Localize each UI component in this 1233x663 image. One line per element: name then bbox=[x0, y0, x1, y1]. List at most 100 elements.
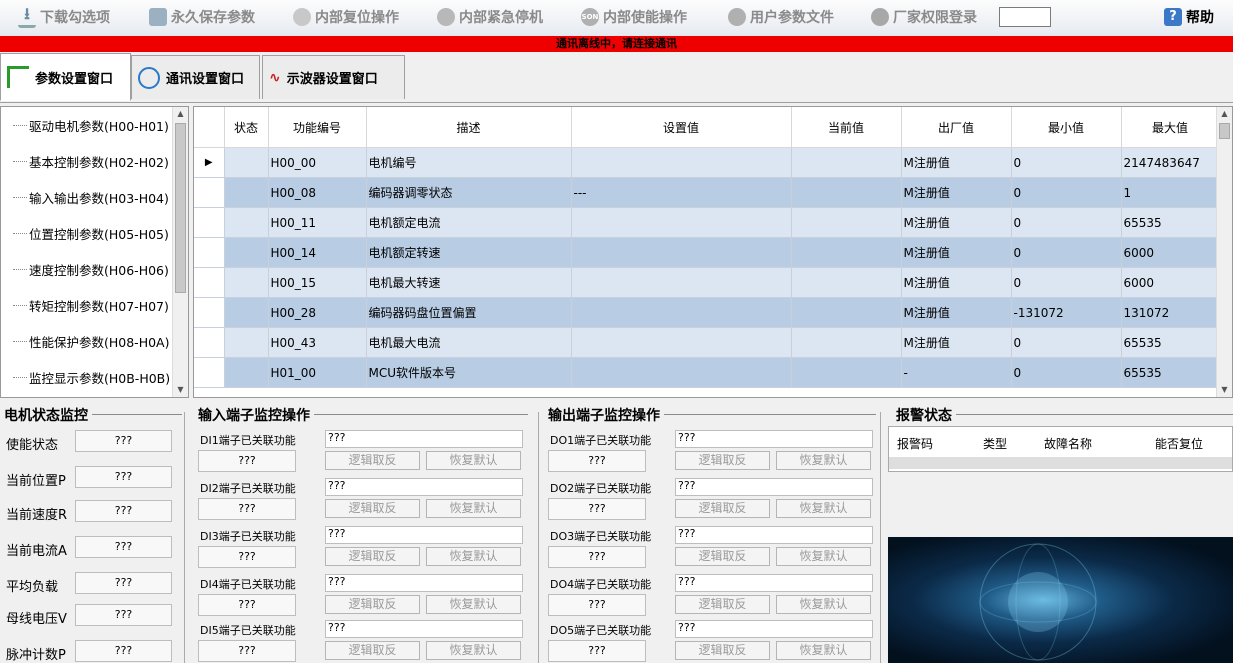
alarm-col-fault-name[interactable]: 故障名称 bbox=[1044, 435, 1092, 452]
restore-default-button[interactable]: 恢复默认 bbox=[426, 547, 521, 566]
alarm-col-code[interactable]: 报警码 bbox=[897, 435, 933, 452]
vendor-login-button[interactable]: 厂家权限登录 bbox=[871, 6, 977, 28]
tab-parameter-settings[interactable]: 参数设置窗口 bbox=[0, 53, 131, 101]
col-header[interactable]: 设置值 bbox=[571, 107, 792, 148]
tree-item-protection[interactable]: 性能保护参数(H08-H0A) bbox=[13, 330, 169, 352]
col-header[interactable]: 描述 bbox=[366, 107, 572, 148]
col-header[interactable]: 当前值 bbox=[791, 107, 902, 148]
table-cell[interactable] bbox=[571, 297, 792, 328]
enable-button[interactable]: SON 内部使能操作 bbox=[581, 6, 687, 28]
logic-invert-button[interactable]: 逻辑取反 bbox=[675, 641, 770, 660]
restore-default-button[interactable]: 恢复默认 bbox=[776, 641, 871, 660]
tree-item-speed-control[interactable]: 速度控制参数(H06-H06) bbox=[13, 258, 169, 280]
row-header[interactable] bbox=[194, 207, 225, 238]
row-header[interactable]: ▶ bbox=[194, 147, 225, 178]
grid-scrollbar[interactable]: ▲ ▼ bbox=[1216, 107, 1232, 397]
output-monitor-section: 输出端子监控操作 bbox=[548, 405, 876, 425]
col-header[interactable]: 最小值 bbox=[1011, 107, 1122, 148]
logic-invert-button[interactable]: 逻辑取反 bbox=[325, 499, 420, 518]
terminal-function-field[interactable]: ??? bbox=[675, 574, 873, 592]
row-header[interactable] bbox=[194, 177, 225, 208]
table-cell[interactable] bbox=[571, 147, 792, 178]
logic-invert-button[interactable]: 逻辑取反 bbox=[675, 595, 770, 614]
terminal-function-field[interactable]: ??? bbox=[325, 574, 523, 592]
restore-default-button[interactable]: 恢复默认 bbox=[426, 641, 521, 660]
table-row[interactable]: H00_28 编码器码盘位置偏置 M注册值 -131072 131072 bbox=[194, 297, 1220, 328]
logic-invert-button[interactable]: 逻辑取反 bbox=[325, 451, 420, 470]
restore-default-button[interactable]: 恢复默认 bbox=[426, 499, 521, 518]
restore-default-button[interactable]: 恢复默认 bbox=[776, 499, 871, 518]
alarm-col-type[interactable]: 类型 bbox=[983, 435, 1007, 452]
terminal-function-field[interactable]: ??? bbox=[325, 620, 523, 638]
restore-default-button[interactable]: 恢复默认 bbox=[426, 595, 521, 614]
tree-item-io[interactable]: 输入输出参数(H03-H04) bbox=[13, 186, 169, 208]
terminal-function-field[interactable]: ??? bbox=[675, 526, 873, 544]
emergency-stop-button[interactable]: 内部紧急停机 bbox=[437, 6, 543, 28]
scroll-up-icon[interactable]: ▲ bbox=[173, 107, 188, 121]
tree-item-torque-control[interactable]: 转矩控制参数(H07-H07) bbox=[13, 294, 169, 316]
restore-default-button[interactable]: 恢复默认 bbox=[426, 451, 521, 470]
table-row[interactable]: H00_08 编码器调零状态 --- M注册值 0 1 bbox=[194, 177, 1220, 208]
tree-item-drive-motor[interactable]: 驱动电机参数(H00-H01) bbox=[13, 114, 169, 136]
terminal-function-field[interactable]: ??? bbox=[325, 430, 523, 448]
table-cell[interactable] bbox=[571, 237, 792, 268]
tab-oscilloscope-settings[interactable]: ∿ 示波器设置窗口 bbox=[262, 55, 405, 99]
col-header[interactable]: 最大值 bbox=[1121, 107, 1220, 148]
connection-status-banner: 通讯离线中，请连接通讯 bbox=[0, 36, 1233, 52]
terminal-label: DI2端子已关联功能 bbox=[200, 482, 296, 495]
terminal-function-field[interactable]: ??? bbox=[675, 620, 873, 638]
table-cell[interactable] bbox=[571, 327, 792, 358]
table-cell: H00_00 bbox=[268, 147, 367, 178]
tree-scrollbar[interactable]: ▲ ▼ bbox=[172, 107, 188, 397]
table-row[interactable]: H00_43 电机最大电流 M注册值 0 65535 bbox=[194, 327, 1220, 358]
alarm-col-resettable[interactable]: 能否复位 bbox=[1155, 435, 1203, 452]
row-header[interactable] bbox=[194, 357, 225, 388]
file-icon bbox=[728, 8, 746, 26]
table-row[interactable]: H00_14 电机额定转速 M注册值 0 6000 bbox=[194, 237, 1220, 268]
row-header[interactable] bbox=[194, 267, 225, 298]
logic-invert-button[interactable]: 逻辑取反 bbox=[675, 499, 770, 518]
save-permanent-button[interactable]: 永久保存参数 bbox=[149, 6, 255, 28]
terminal-function-field[interactable]: ??? bbox=[325, 526, 523, 544]
col-header[interactable]: 状态 bbox=[224, 107, 269, 148]
table-row[interactable]: ▶ H00_00 电机编号 M注册值 0 2147483647 bbox=[194, 147, 1220, 178]
reset-button[interactable]: 内部复位操作 bbox=[293, 6, 399, 28]
table-row[interactable]: H00_15 电机最大转速 M注册值 0 6000 bbox=[194, 267, 1220, 298]
terminal-value: ??? bbox=[198, 450, 296, 472]
table-cell[interactable] bbox=[571, 207, 792, 238]
logic-invert-button[interactable]: 逻辑取反 bbox=[325, 547, 420, 566]
logic-invert-button[interactable]: 逻辑取反 bbox=[325, 595, 420, 614]
row-header[interactable] bbox=[194, 237, 225, 268]
col-header[interactable]: 出厂值 bbox=[901, 107, 1012, 148]
logic-invert-button[interactable]: 逻辑取反 bbox=[325, 641, 420, 660]
restore-default-button[interactable]: 恢复默认 bbox=[776, 547, 871, 566]
tree-item-position-control[interactable]: 位置控制参数(H05-H05) bbox=[13, 222, 169, 244]
tree-item-basic-control[interactable]: 基本控制参数(H02-H02) bbox=[13, 150, 169, 172]
terminal-function-field[interactable]: ??? bbox=[325, 478, 523, 496]
tab-communication-settings[interactable]: 通讯设置窗口 bbox=[131, 55, 260, 99]
help-button[interactable]: ? 帮助 bbox=[1164, 6, 1214, 28]
table-cell: 2147483647 bbox=[1121, 147, 1220, 178]
terminal-function-field[interactable]: ??? bbox=[675, 430, 873, 448]
tree-item-monitor-display[interactable]: 监控显示参数(H0B-H0B) bbox=[13, 366, 170, 388]
table-cell[interactable]: --- bbox=[571, 177, 792, 208]
download-button[interactable]: ⭳ 下载勾选项 bbox=[18, 5, 110, 28]
scroll-down-icon[interactable]: ▼ bbox=[173, 383, 188, 397]
table-cell[interactable] bbox=[571, 267, 792, 298]
table-cell: 0 bbox=[1011, 207, 1122, 238]
restore-default-button[interactable]: 恢复默认 bbox=[776, 451, 871, 470]
scroll-down-icon[interactable]: ▼ bbox=[1217, 383, 1232, 397]
row-header[interactable] bbox=[194, 297, 225, 328]
logic-invert-button[interactable]: 逻辑取反 bbox=[675, 547, 770, 566]
scroll-up-icon[interactable]: ▲ bbox=[1217, 107, 1232, 121]
table-row[interactable]: H00_11 电机额定电流 M注册值 0 65535 bbox=[194, 207, 1220, 238]
col-header[interactable]: 功能编号 bbox=[268, 107, 367, 148]
row-header[interactable] bbox=[194, 327, 225, 358]
table-cell[interactable] bbox=[571, 357, 792, 388]
user-file-button[interactable]: 用户参数文件 bbox=[728, 6, 834, 28]
terminal-function-field[interactable]: ??? bbox=[675, 478, 873, 496]
vendor-password-input[interactable] bbox=[999, 7, 1051, 27]
table-row[interactable]: H01_00 MCU软件版本号 -0 65535 bbox=[194, 357, 1220, 388]
logic-invert-button[interactable]: 逻辑取反 bbox=[675, 451, 770, 470]
restore-default-button[interactable]: 恢复默认 bbox=[776, 595, 871, 614]
